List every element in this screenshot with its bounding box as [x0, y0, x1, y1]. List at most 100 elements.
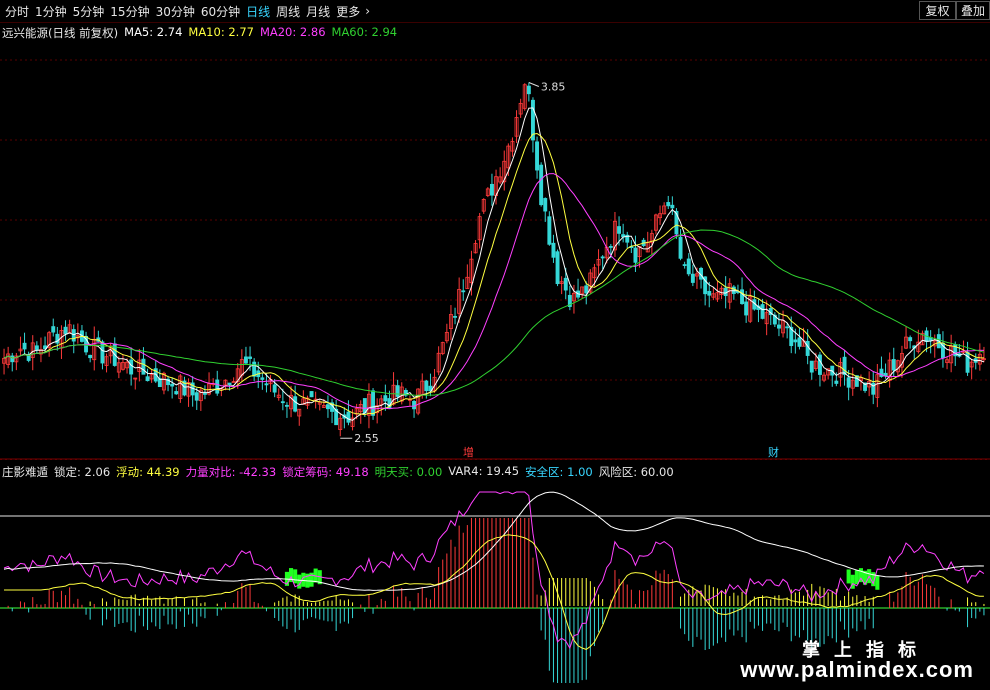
candle-body — [547, 216, 552, 245]
float-label: 浮动: 44.39 — [116, 465, 180, 479]
buy-tomorrow-label: 明天买: 0.00 — [374, 465, 443, 479]
candle-body — [51, 326, 56, 333]
candle-body — [600, 256, 605, 259]
overlay-button[interactable]: 叠加 — [956, 1, 990, 20]
candle-body — [686, 258, 691, 275]
candlestick-chart: 3.85 2.55 增 财 — [0, 59, 990, 460]
candle-body — [129, 359, 134, 375]
candle-body — [805, 340, 810, 356]
main-legend: 远兴能源(日线 前复权) MA5: 2.74 MA10: 2.77 MA20: … — [2, 25, 397, 41]
period-tab-0[interactable]: 分时 — [5, 3, 29, 20]
force-ratio-label: 力量对比: -42.33 — [185, 465, 277, 479]
safe-zone-label: 安全区: 1.00 — [525, 465, 593, 479]
chevron-right-icon[interactable]: › — [365, 4, 370, 18]
candle-body — [227, 382, 232, 386]
candle-body — [760, 304, 765, 319]
candle-body — [174, 391, 179, 395]
period-tab-3[interactable]: 15分钟 — [110, 3, 149, 20]
risk-zone-label: 风险区: 60.00 — [598, 465, 674, 479]
candle-body — [243, 356, 248, 364]
ma20-label: MA20: 2.86 — [259, 25, 326, 39]
candle-body — [141, 358, 146, 375]
high-price-label: 3.85 — [541, 81, 566, 94]
candle-body — [272, 384, 277, 393]
low-price-label: 2.55 — [354, 432, 379, 445]
green-block — [293, 569, 298, 584]
var4-label: VAR4: 19.45 — [448, 464, 520, 478]
candle-body — [100, 341, 105, 364]
candle-body — [88, 354, 93, 359]
candle-body — [202, 392, 207, 395]
candle-body — [395, 385, 400, 397]
candle-body — [248, 356, 253, 359]
candle-body — [71, 329, 76, 342]
period-tab-5[interactable]: 60分钟 — [201, 3, 240, 20]
candle-body — [252, 361, 257, 377]
candle-body — [908, 337, 913, 342]
candle-body — [346, 411, 351, 423]
period-tab-1[interactable]: 1分钟 — [35, 3, 67, 20]
ma5-line — [3, 107, 985, 421]
period-tab-7[interactable]: 周线 — [276, 3, 300, 20]
candle-body — [785, 326, 790, 329]
green-block — [875, 575, 880, 590]
period-tab-8[interactable]: 月线 — [306, 3, 330, 20]
candle-body — [666, 202, 671, 207]
candle-body — [678, 236, 683, 259]
candle-body — [383, 395, 388, 402]
lock-label: 锁定: 2.06 — [54, 465, 111, 479]
candle-body — [617, 226, 622, 234]
candle-body — [809, 360, 814, 373]
candle-body — [744, 301, 749, 316]
candle-body — [670, 204, 675, 209]
candle-body — [723, 287, 728, 297]
candle-body — [362, 398, 367, 414]
watermark-url: www.palmindex.com — [740, 657, 974, 682]
period-tab-9[interactable]: 更多 — [336, 3, 360, 20]
candle-body — [22, 342, 27, 350]
lock-chips-label: 锁定筹码: 49.18 — [282, 465, 369, 479]
period-tab-6[interactable]: 日线 — [246, 3, 270, 20]
candle-body — [551, 242, 556, 258]
period-tab-2[interactable]: 5分钟 — [73, 3, 105, 20]
ma10-label: MA10: 2.77 — [188, 25, 254, 39]
candle-body — [10, 355, 15, 363]
ma60-line — [3, 229, 985, 396]
ma5-label: MA5: 2.74 — [124, 25, 183, 39]
candle-body — [846, 377, 851, 388]
candle-body — [34, 345, 39, 350]
magenta-line — [3, 491, 985, 650]
candle-body — [633, 247, 638, 263]
candle-body — [489, 183, 494, 196]
stock-name: 远兴能源(日线 前复权) — [2, 26, 119, 40]
candle-body — [690, 273, 695, 283]
candle-body — [145, 376, 150, 382]
candle-body — [543, 198, 548, 212]
candle-body — [842, 356, 847, 375]
period-tab-4[interactable]: 30分钟 — [156, 3, 195, 20]
candle-body — [707, 290, 712, 296]
indicator-legend: 庄影难遁 锁定: 2.06 浮动: 44.39 力量对比: -42.33 锁定筹… — [2, 464, 674, 480]
ma10-line — [3, 132, 984, 416]
candle-body — [797, 337, 802, 347]
candle-body — [776, 324, 781, 329]
candle-body — [63, 326, 68, 335]
candle-body — [325, 404, 330, 410]
restore-rights-button[interactable]: 复权 — [919, 1, 956, 20]
candle-body — [834, 380, 839, 384]
ma60-label: MA60: 2.94 — [331, 25, 398, 39]
candle-body — [293, 396, 298, 412]
candle-body — [280, 401, 285, 404]
candle-body — [740, 289, 745, 305]
candle-body — [608, 246, 613, 248]
candle-body — [817, 354, 822, 375]
white-line — [3, 491, 984, 591]
candle-body — [461, 290, 466, 293]
candle-body — [194, 392, 199, 401]
candle-body — [539, 164, 544, 206]
candle-body — [264, 383, 269, 386]
candle-body — [793, 339, 798, 343]
candle-body — [555, 251, 560, 285]
candle-body — [453, 315, 458, 318]
candle-body — [215, 379, 220, 394]
